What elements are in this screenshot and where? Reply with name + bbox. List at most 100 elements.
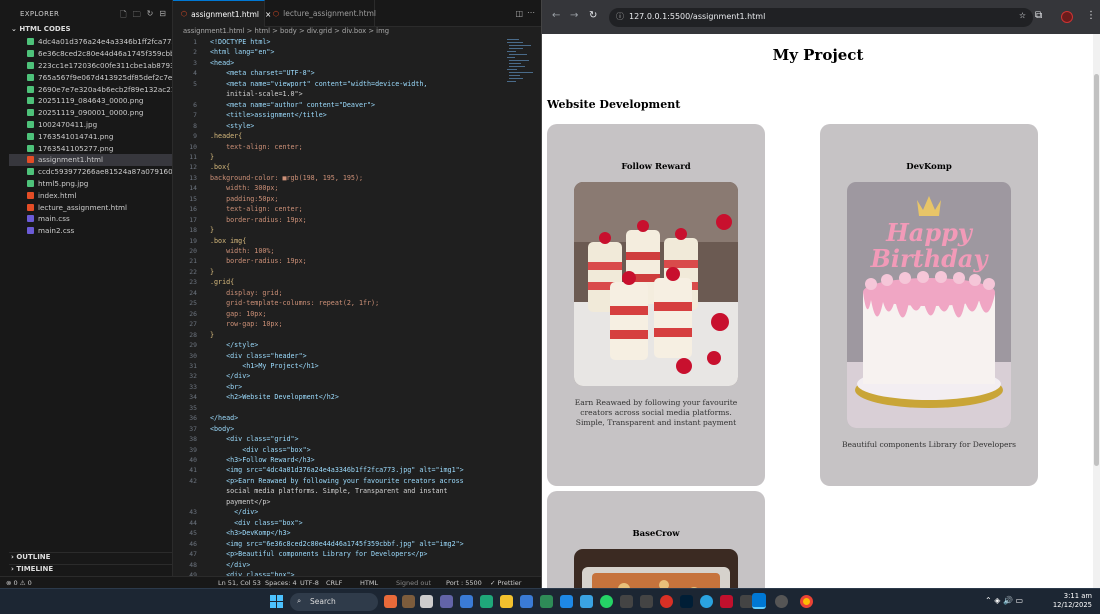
line-number: 23: [189, 278, 197, 287]
code-line: }: [210, 152, 215, 161]
img-file-icon: [27, 179, 34, 187]
cursor-position[interactable]: Ln 51, Col 53: [218, 579, 261, 587]
extensions-icon[interactable]: ⧉: [1035, 10, 1042, 21]
outline-section[interactable]: › OUTLINE: [9, 552, 172, 564]
line-number: 10: [189, 142, 197, 151]
code-editor[interactable]: 1 <!DOCTYPE html> 2 <html lang="en"> 3 <head>…: [173, 37, 541, 576]
file-item[interactable]: assignment1.html: [9, 153, 172, 166]
file-item[interactable]: main.css: [9, 213, 172, 225]
file-item[interactable]: 20251119_084643_0000.png: [9, 95, 172, 107]
line-number: 31: [189, 361, 197, 370]
vscode-icon[interactable]: [752, 593, 766, 609]
app-icon[interactable]: [402, 595, 415, 608]
file-explorer-icon[interactable]: [500, 595, 513, 608]
file-item[interactable]: 20251119_090001_0000.png: [9, 107, 172, 119]
app-icon[interactable]: [775, 595, 788, 608]
prettier-status[interactable]: ✓ Prettier: [490, 579, 521, 587]
html-file-icon: ⬡: [273, 9, 280, 18]
code-line: <div class="grid">: [210, 435, 299, 444]
teams-icon[interactable]: [440, 595, 453, 608]
line-number: 41: [189, 466, 197, 475]
live-server-port[interactable]: Port : 5500: [446, 579, 482, 587]
file-item[interactable]: 4dc4a01d376a24e4a3346b1ff2fca773.jpg: [9, 36, 172, 48]
new-folder-icon[interactable]: 🗀: [133, 9, 141, 23]
code-line: text-align: center;: [210, 142, 303, 151]
language-mode[interactable]: HTML: [360, 579, 378, 587]
minimap[interactable]: [507, 37, 537, 97]
account-status[interactable]: Signed out: [396, 579, 431, 587]
line-number: 3: [193, 58, 197, 67]
page-scrollbar[interactable]: [1093, 34, 1100, 588]
indent-setting[interactable]: Spaces: 4: [265, 579, 297, 587]
new-file-icon[interactable]: 🗋: [120, 9, 126, 23]
img-file-icon: [27, 38, 34, 46]
web-page: My Project Website Development Follow Re…: [542, 34, 1094, 588]
start-icon[interactable]: [270, 595, 283, 608]
profile-avatar[interactable]: [1061, 11, 1073, 23]
tab-assignment1[interactable]: ⬡ assignment1.html ×: [173, 0, 271, 27]
app-icon[interactable]: [640, 595, 653, 608]
photos-icon[interactable]: [460, 595, 473, 608]
folder-html-codes[interactable]: ⌄ HTML CODES: [11, 25, 71, 33]
file-item[interactable]: 1763541014741.png: [9, 130, 172, 142]
excel-icon[interactable]: [540, 595, 553, 608]
address-bar[interactable]: ⓘ 127.0.0.1:5500/assignment1.html ☆: [609, 8, 1033, 27]
html-file-icon: [27, 156, 34, 164]
eol[interactable]: CRLF: [326, 579, 342, 587]
reload-icon[interactable]: ↻: [589, 10, 597, 21]
chrome-menu-icon[interactable]: ⋮: [1086, 10, 1096, 21]
code-line: <html lang="en">: [210, 48, 275, 57]
file-item[interactable]: main2.css: [9, 225, 172, 237]
tab-lecture-assignment[interactable]: ⬡ lecture_assignment.html: [265, 0, 376, 27]
chrome-icon[interactable]: [800, 595, 813, 608]
tray-icons[interactable]: ⌃ ◈ 🔊 ▭: [985, 596, 1023, 605]
timeline-section[interactable]: › TIMELINE: [9, 564, 172, 576]
file-item[interactable]: 2690e7e7e320a4b6ecb2f89e132ac21f.jpg: [9, 83, 172, 95]
bookmark-star-icon[interactable]: ☆: [1019, 11, 1026, 20]
app-icon[interactable]: [580, 595, 593, 608]
file-item[interactable]: ccdc593977266ae81524a87a07916086.jpg: [9, 166, 172, 178]
whatsapp-icon[interactable]: [600, 595, 613, 608]
code-line: background-color: ■rgb(198, 195, 195);: [210, 173, 363, 182]
line-number: 14: [189, 184, 197, 193]
file-item[interactable]: 1763541105277.png: [9, 142, 172, 154]
taskbar-search[interactable]: ⌕ Search: [290, 593, 378, 611]
telegram-icon[interactable]: [700, 595, 713, 608]
clock[interactable]: 3:11 am 12/12/2025: [1053, 592, 1092, 610]
refresh-icon[interactable]: ↻: [147, 9, 154, 23]
split-editor-icon[interactable]: ◫: [515, 9, 523, 18]
task-view-icon[interactable]: [420, 595, 433, 608]
file-item[interactable]: 6e36c8ced2c80e44d46a1745f359cbbf.jpg: [9, 48, 172, 60]
site-info-icon[interactable]: ⓘ: [616, 11, 624, 22]
file-item[interactable]: 223cc1e172036c00fe311cbe1ab8793f.jpg: [9, 60, 172, 72]
code-line: .box img{: [210, 236, 247, 245]
edge-icon[interactable]: [480, 595, 493, 608]
app-icon[interactable]: [620, 595, 633, 608]
forward-icon[interactable]: →: [570, 10, 578, 21]
back-icon[interactable]: ←: [552, 10, 560, 21]
img-file-icon: [27, 73, 34, 81]
scrollbar-thumb[interactable]: [1094, 74, 1099, 466]
store-icon[interactable]: [520, 595, 533, 608]
file-item[interactable]: 765a567f9e067d413925df85def2c7eb.jpg: [9, 71, 172, 83]
card-title: DevKomp: [906, 162, 952, 172]
problems-count[interactable]: ⊗ 0 ⚠ 0: [6, 579, 32, 587]
line-number: 40: [189, 456, 197, 464]
search-icon: ⌕: [297, 596, 302, 605]
more-icon[interactable]: ⋯: [527, 8, 535, 17]
collapse-icon[interactable]: ⊟: [159, 9, 166, 23]
app-icon[interactable]: [560, 595, 573, 608]
encoding[interactable]: UTF-8: [300, 579, 319, 587]
file-item[interactable]: index.html: [9, 189, 172, 201]
line-number: 35: [189, 403, 197, 412]
breadcrumb[interactable]: assignment1.html > html > body > div.gri…: [173, 27, 541, 37]
file-item[interactable]: html5.png.jpg: [9, 178, 172, 190]
photoshop-icon[interactable]: [680, 595, 693, 608]
card-follow-reward: Follow Reward Earn Reawaed by following …: [547, 124, 765, 486]
file-item[interactable]: 1002470411.jpg: [9, 119, 172, 131]
widget-icon[interactable]: [384, 595, 397, 608]
app-icon[interactable]: [660, 595, 673, 608]
line-number: 42: [189, 476, 197, 485]
app-icon[interactable]: [720, 595, 733, 608]
file-item[interactable]: lecture_assignment.html: [9, 201, 172, 213]
